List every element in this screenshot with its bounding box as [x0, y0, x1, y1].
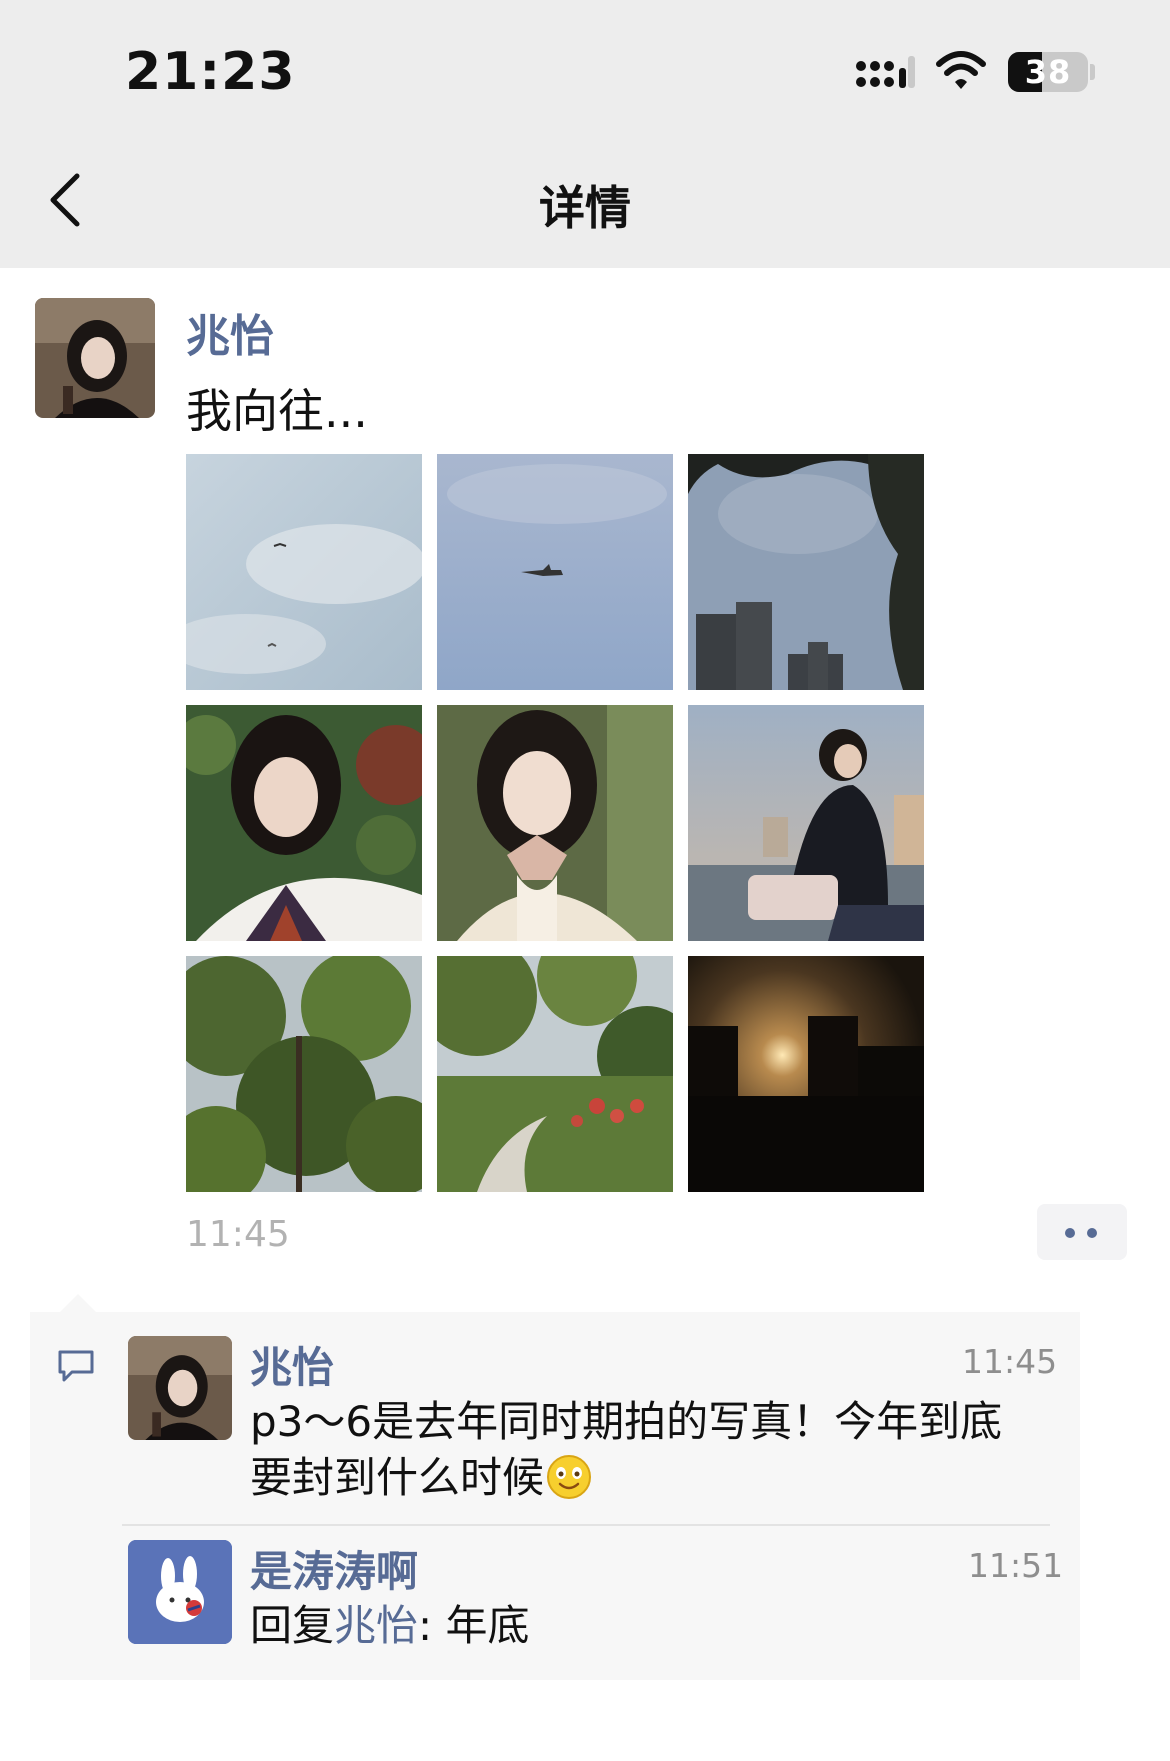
post-author-name[interactable]: 兆怡	[186, 300, 274, 364]
reply-to-name[interactable]: 兆怡	[334, 1601, 418, 1650]
reply-prefix: 回复	[250, 1601, 335, 1650]
more-button[interactable]	[1037, 1204, 1127, 1260]
photo-5[interactable]	[437, 705, 673, 941]
comment-time-1: 11:45	[962, 1342, 1058, 1381]
smiling-face-emoji-icon	[547, 1455, 592, 1499]
wifi-icon	[936, 51, 986, 89]
comment-text-1-line1: p3～6是去年同时期拍的写真！今年到底	[250, 1397, 1003, 1446]
photo-6[interactable]	[688, 705, 924, 941]
battery-cap	[1090, 64, 1095, 80]
more-dots-icon	[1065, 1228, 1075, 1238]
comment-text-1-line2-text: 要封到什么时候	[250, 1453, 545, 1502]
photo-9[interactable]	[688, 956, 924, 1192]
reply-text: : 年底	[418, 1601, 530, 1650]
photo-1[interactable]	[186, 454, 422, 690]
photo-8[interactable]	[437, 956, 673, 1192]
comment-text-2: 回复兆怡: 年底	[250, 1598, 530, 1654]
photo-7[interactable]	[186, 956, 422, 1192]
comment-icon	[58, 1350, 94, 1382]
battery-level: 38	[1024, 53, 1072, 91]
photo-3[interactable]	[688, 454, 924, 690]
post-text: 我向往...	[186, 384, 368, 438]
comment-time-2: 11:51	[968, 1546, 1064, 1585]
comment-pointer	[60, 1294, 96, 1312]
comment-avatar-1[interactable]	[128, 1336, 232, 1440]
page-title: 详情	[539, 181, 631, 235]
battery-icon: 38	[1008, 52, 1088, 92]
photo-2[interactable]	[437, 454, 673, 690]
comment-divider	[122, 1524, 1050, 1526]
cellular-signal-icon	[856, 56, 915, 88]
comment-author-2[interactable]: 是涛涛啊	[250, 1538, 418, 1599]
more-dots-icon-2	[1087, 1228, 1097, 1238]
status-time: 21:23	[125, 42, 296, 102]
comment-author-1[interactable]: 兆怡	[250, 1334, 334, 1395]
comment-text-1-line2: 要封到什么时候	[250, 1450, 1050, 1506]
photo-4[interactable]	[186, 705, 422, 941]
comment-avatar-2[interactable]	[128, 1540, 232, 1644]
post-timestamp: 11:45	[186, 1214, 290, 1255]
post-author-avatar[interactable]	[35, 298, 155, 418]
comment-text-1: p3～6是去年同时期拍的写真！今年到底 要封到什么时候	[250, 1394, 1050, 1506]
photo-grid	[186, 454, 928, 1196]
